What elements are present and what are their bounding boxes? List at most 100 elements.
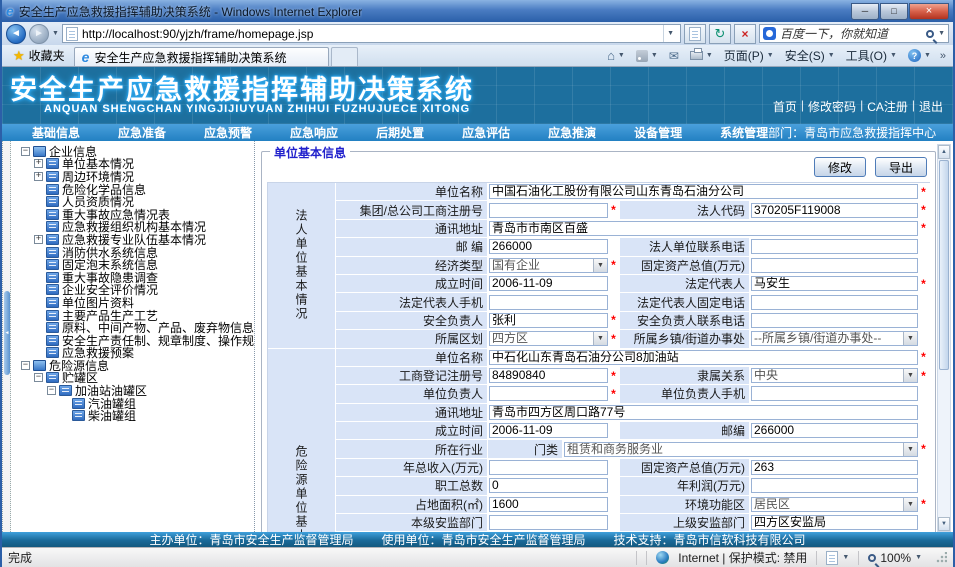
tree-expander-icon[interactable]: −: [21, 361, 30, 370]
nav-item-0[interactable]: 基础信息: [32, 124, 80, 141]
app-footer: 主办单位：青岛市安全生产监督管理局使用单位：青岛市安全生产监督管理局技术支持：青…: [2, 532, 953, 547]
vertical-scrollbar[interactable]: ▲ ▼: [937, 144, 951, 532]
text-input[interactable]: [751, 258, 918, 273]
select-value: 四方区: [490, 332, 593, 345]
toolbar-overflow-button[interactable]: »: [938, 50, 948, 62]
resize-grip[interactable]: [935, 552, 947, 564]
select[interactable]: 中央▼: [751, 368, 918, 383]
collapse-handle[interactable]: ◄: [4, 291, 10, 375]
nav-item-1[interactable]: 应急准备: [118, 124, 166, 141]
address-dropdown-icon[interactable]: ▼: [663, 25, 677, 42]
nav-item-3[interactable]: 应急响应: [290, 124, 338, 141]
text-input[interactable]: [489, 386, 608, 401]
close-button[interactable]: ×: [909, 3, 949, 20]
stop-button[interactable]: ×: [734, 24, 756, 44]
forward-button[interactable]: ►: [29, 24, 49, 44]
nav-item-4[interactable]: 后期处置: [376, 124, 424, 141]
menu-0[interactable]: 页面(P)▼: [720, 47, 778, 65]
export-button[interactable]: 导出: [875, 157, 927, 177]
text-input[interactable]: 370205F119008: [751, 203, 918, 218]
text-input[interactable]: 84890840: [489, 368, 608, 383]
select[interactable]: 四方区▼: [489, 331, 608, 346]
search-dropdown-icon[interactable]: ▼: [938, 30, 945, 37]
tree-expander-icon[interactable]: −: [34, 373, 43, 382]
main-panel: 单位基本信息 修改导出 法人单位基本情况单位名称中国石油化工股份有限公司山东青岛…: [255, 141, 953, 532]
text-input[interactable]: 青岛市四方区周口路77号: [489, 405, 918, 420]
modify-button[interactable]: 修改: [814, 157, 866, 177]
header-link-0[interactable]: 首页: [773, 98, 797, 115]
scroll-up-icon[interactable]: ▲: [938, 145, 950, 159]
scroll-thumb[interactable]: [939, 160, 949, 370]
text-input[interactable]: [751, 295, 918, 310]
tree-expander-icon[interactable]: −: [21, 147, 30, 156]
maximize-button[interactable]: □: [880, 3, 908, 20]
mail-button[interactable]: ✉: [665, 47, 683, 65]
nav-item-5[interactable]: 应急评估: [462, 124, 510, 141]
text-input[interactable]: [751, 313, 918, 328]
address-input[interactable]: http://localhost:90/yjzh/frame/homepage.…: [62, 24, 681, 43]
nav-item-6[interactable]: 应急推演: [548, 124, 596, 141]
select[interactable]: --所属乡镇/街道办事处--▼: [751, 331, 918, 346]
back-button[interactable]: ◄: [6, 24, 26, 44]
text-input[interactable]: 青岛市市南区百盛: [489, 221, 918, 236]
protected-mode-button[interactable]: ▼: [826, 551, 849, 565]
select[interactable]: 租赁和商务服务业▼: [564, 442, 918, 457]
tree-expander-icon[interactable]: +: [34, 172, 43, 181]
form-row: 集团/总公司工商注册号*法人代码370205F119008*: [336, 201, 930, 219]
refresh-button[interactable]: ↻: [709, 24, 731, 44]
search-input[interactable]: 百度一下，你就知道 ▼: [759, 24, 949, 43]
menu-2[interactable]: 工具(O)▼: [842, 47, 901, 65]
text-input[interactable]: 0: [489, 478, 608, 493]
search-icon[interactable]: [926, 30, 934, 38]
text-input[interactable]: 四方区安监局: [751, 515, 918, 530]
home-button[interactable]: ⌂▼: [603, 47, 629, 65]
new-tab-button[interactable]: [331, 47, 358, 66]
menu-1[interactable]: 安全(S)▼: [781, 47, 839, 65]
select-value: 居民区: [752, 498, 903, 511]
text-input[interactable]: 266000: [489, 239, 608, 254]
text-input[interactable]: 中石化山东青岛石油分公司8加油站: [489, 350, 918, 365]
text-input[interactable]: [751, 386, 918, 401]
text-input[interactable]: 马安生: [751, 276, 918, 291]
text-input[interactable]: 张利: [489, 313, 608, 328]
field-label: 年总收入(万元): [336, 459, 488, 477]
text-input[interactable]: [489, 203, 608, 218]
form-row: 所属区划四方区▼*所属乡镇/街道办事处--所属乡镇/街道办事处--▼: [336, 330, 930, 348]
help-button[interactable]: ?▼: [904, 47, 935, 65]
text-input[interactable]: 1600: [489, 497, 608, 512]
text-input[interactable]: [489, 515, 608, 530]
header-link-1[interactable]: 修改密码: [808, 98, 856, 115]
minimize-button[interactable]: ─: [851, 3, 879, 20]
favorites-button[interactable]: ★ 收藏夹: [4, 45, 74, 66]
print-button[interactable]: ▼: [686, 47, 717, 65]
tree-expander-icon[interactable]: −: [47, 386, 56, 395]
tree-expander-icon[interactable]: +: [34, 235, 43, 244]
text-input[interactable]: 266000: [751, 423, 918, 438]
text-input[interactable]: 2006-11-09: [489, 276, 608, 291]
zoom-control[interactable]: 100% ▼: [868, 551, 922, 565]
title-bar: e 安全生产应急救援指挥辅助决策系统 - Windows Internet Ex…: [2, 0, 953, 22]
text-input[interactable]: 中国石油化工股份有限公司山东青岛石油分公司: [489, 184, 918, 199]
compatibility-view-button[interactable]: [684, 24, 706, 44]
separator: [858, 551, 859, 565]
feeds-button[interactable]: ▼: [632, 47, 662, 65]
text-input[interactable]: [489, 460, 608, 475]
tree-item[interactable]: 柴油罐组: [11, 409, 254, 422]
frame-splitter[interactable]: ◄: [2, 141, 11, 532]
header-link-2[interactable]: CA注册: [867, 98, 908, 115]
nav-item-8[interactable]: 系统管理: [720, 124, 768, 141]
nav-item-7[interactable]: 设备管理: [634, 124, 682, 141]
text-input[interactable]: [489, 295, 608, 310]
text-input[interactable]: [751, 239, 918, 254]
tree-expander-icon[interactable]: +: [34, 159, 43, 168]
select[interactable]: 居民区▼: [751, 497, 918, 512]
header-link-3[interactable]: 退出: [919, 98, 943, 115]
nav-item-2[interactable]: 应急预警: [204, 124, 252, 141]
select[interactable]: 国有企业▼: [489, 258, 608, 273]
text-input[interactable]: 2006-11-09: [489, 423, 608, 438]
text-input[interactable]: 263: [751, 460, 918, 475]
history-dropdown-icon[interactable]: ▼: [52, 30, 59, 37]
scroll-down-icon[interactable]: ▼: [938, 517, 950, 531]
text-input[interactable]: [751, 478, 918, 493]
browser-tab[interactable]: e 安全生产应急救援指挥辅助决策系统: [74, 47, 329, 66]
